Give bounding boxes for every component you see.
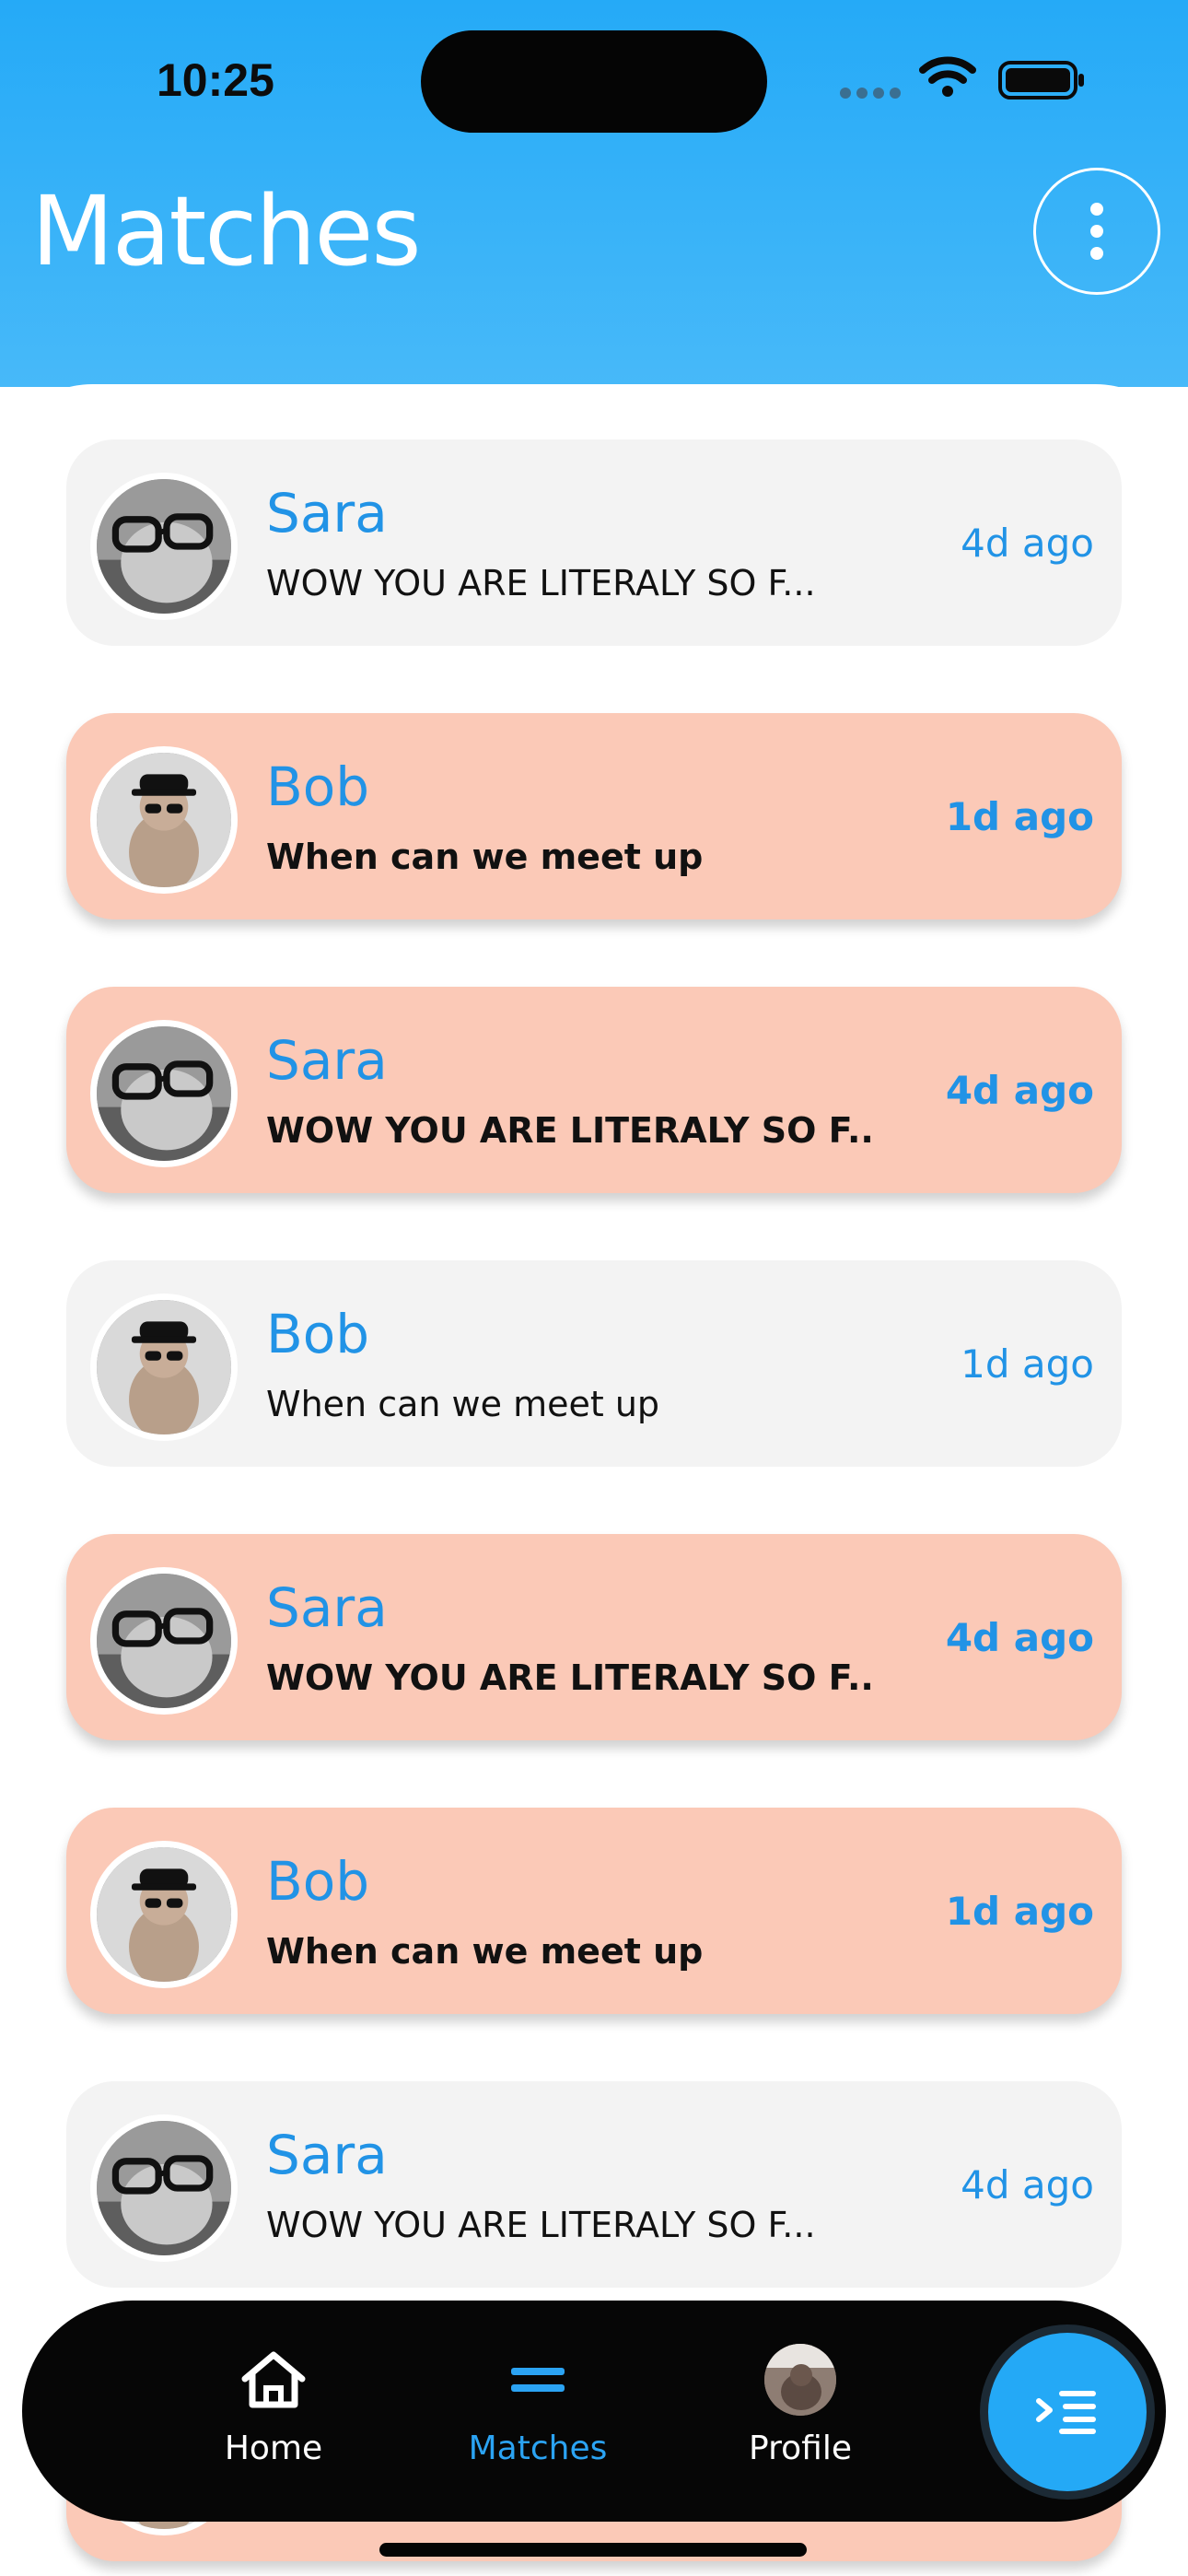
match-avatar[interactable] [90,2114,238,2262]
battery-icon [998,61,1087,103]
nav-label-matches: Matches [468,2430,608,2467]
match-last-message: WOW YOU ARE LITERALY SO F... [266,1657,874,1698]
match-card[interactable]: Bob When can we meet up 1d ago [66,1808,1122,2014]
match-last-message: When can we meet up [266,837,704,877]
match-time: 1d ago [945,1889,1094,1934]
match-avatar[interactable] [90,1567,238,1715]
bottom-nav: Home Matches Profile [22,2301,1166,2522]
match-time: 1d ago [945,794,1094,839]
wifi-icon [919,55,976,101]
home-icon [181,2343,366,2417]
match-card[interactable]: Bob When can we meet up 1d ago [66,713,1122,919]
match-name: Sara [266,1576,388,1639]
more-vertical-icon [1090,203,1103,260]
more-options-button[interactable] [1033,168,1160,295]
equals-icon [446,2343,630,2417]
match-last-message: WOW YOU ARE LITERALY SO F... [266,1110,874,1151]
match-last-message: WOW YOU ARE LITERALY SO F... [266,563,816,603]
match-avatar[interactable] [90,746,238,894]
match-card[interactable]: Sara WOW YOU ARE LITERALY SO F... 4d ago [66,439,1122,646]
nav-item-matches[interactable]: Matches [446,2343,630,2467]
cellular-signal-icon [840,85,906,102]
match-card[interactable]: Bob When can we meet up 1d ago [66,1260,1122,1467]
nav-item-profile[interactable]: Profile [708,2343,892,2467]
indent-list-icon [1036,2391,1096,2434]
nav-label-home: Home [224,2430,323,2467]
home-indicator [379,2543,807,2557]
match-card[interactable]: Sara WOW YOU ARE LITERALY SO F... 4d ago [66,987,1122,1193]
match-avatar[interactable] [90,1841,238,1988]
match-avatar[interactable] [90,1020,238,1167]
status-bar: 10:25 [0,0,1188,166]
match-last-message: When can we meet up [266,1931,704,1972]
match-last-message: When can we meet up [266,1384,660,1424]
match-last-message: WOW YOU ARE LITERALY SO F... [266,2205,816,2245]
page-title: Matches [31,175,421,287]
match-time: 1d ago [961,1341,1094,1387]
fab-button[interactable] [980,2324,1155,2500]
match-name: Bob [266,1303,370,1365]
match-name: Bob [266,755,370,818]
nav-item-home[interactable]: Home [181,2343,366,2467]
match-name: Sara [266,2124,388,2186]
status-time: 10:25 [157,54,274,106]
profile-avatar [764,2344,836,2416]
match-name: Sara [266,1029,388,1092]
match-time: 4d ago [961,2162,1094,2207]
status-icons [840,55,1089,105]
dynamic-island [421,30,767,133]
match-time: 4d ago [945,1068,1094,1113]
match-name: Sara [266,482,388,544]
match-name: Bob [266,1850,370,1913]
match-avatar[interactable] [90,473,238,620]
match-card[interactable]: Sara WOW YOU ARE LITERALY SO F... 4d ago [66,1534,1122,1740]
matches-sheet: Sara WOW YOU ARE LITERALY SO F... 4d ago Bo… [0,384,1188,2576]
match-card[interactable]: Sara WOW YOU ARE LITERALY SO F... 4d ago [66,2081,1122,2288]
nav-label-profile: Profile [749,2430,852,2467]
match-time: 4d ago [945,1615,1094,1660]
match-time: 4d ago [961,521,1094,566]
match-avatar[interactable] [90,1294,238,1441]
